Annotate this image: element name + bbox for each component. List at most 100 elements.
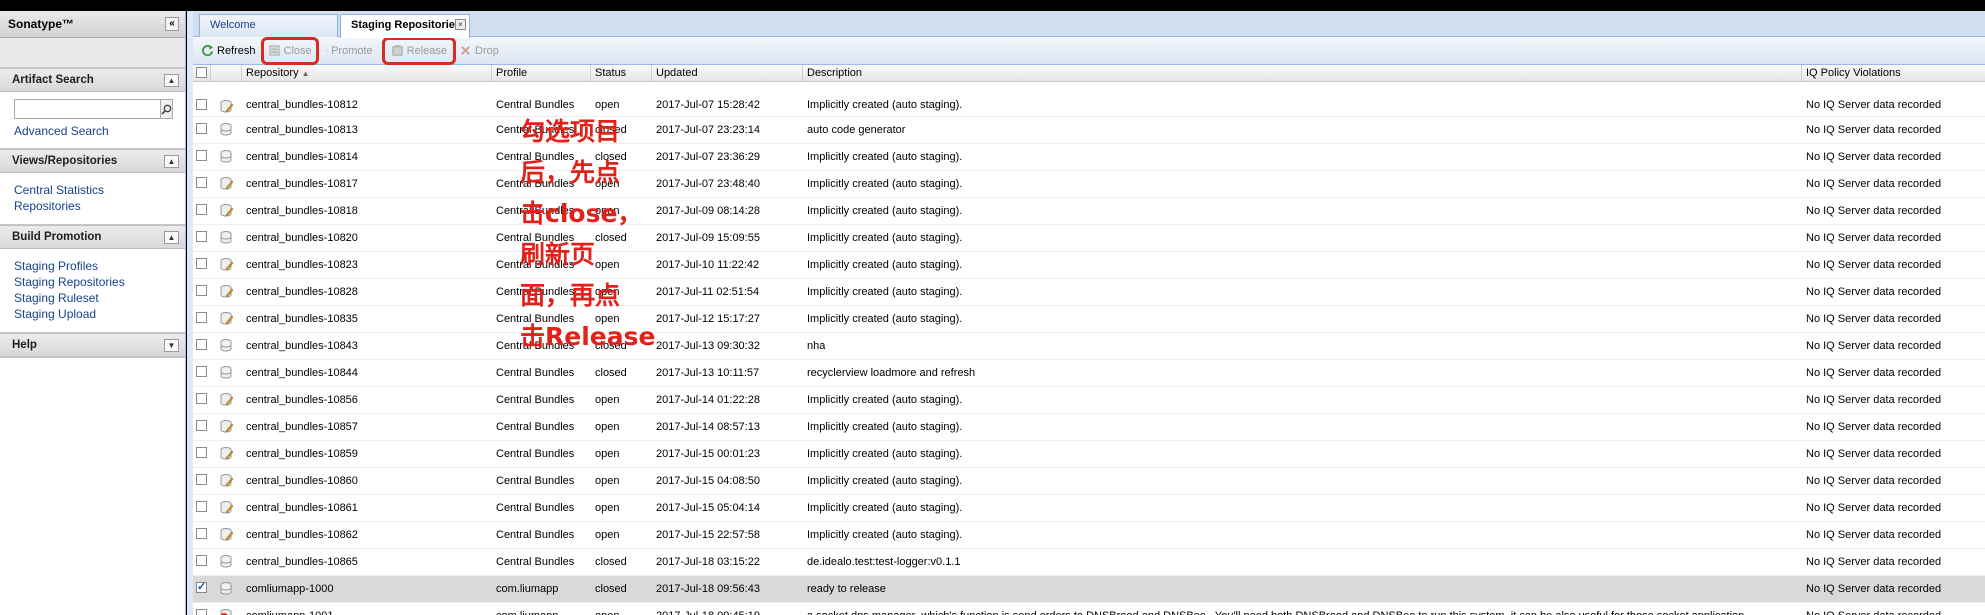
status-cell: closed [595,583,627,595]
row-checkbox[interactable] [196,393,207,404]
staging-open-icon [219,203,234,217]
table-row[interactable]: comliumapp-1001com.liumappopen2017-Jul-1… [193,603,1985,615]
table-row[interactable]: central_bundles-10813 Central Bundles clos… [193,117,1985,144]
collapse-panel-icon[interactable]: ▲ [164,73,179,87]
row-checkbox[interactable] [196,123,207,134]
views-repositories-header[interactable]: Views/Repositories ▲ [0,149,185,173]
icon-column-header [211,65,242,81]
staging-ruleset-link[interactable]: Staging Ruleset [14,290,171,306]
table-row[interactable]: central_bundles-10814 Central Bundles clos… [193,144,1985,171]
table-row[interactable]: central_bundles-10857 Central Bundles open… [193,414,1985,441]
row-checkbox[interactable] [196,609,207,615]
table-row[interactable]: central_bundles-10835 Central Bundles open… [193,306,1985,333]
repository-cell: central_bundles-10860 [246,475,358,487]
row-checkbox[interactable] [196,312,207,323]
table-row[interactable]: central_bundles-10865 Central Bundles clos… [193,549,1985,576]
repositories-link[interactable]: Repositories [14,198,171,214]
drop-button[interactable]: Drop [455,40,503,62]
repository-column-header[interactable]: Repository ▲ [242,65,492,81]
table-row[interactable]: central_bundles-10861 Central Bundles open… [193,495,1985,522]
table-row[interactable]: central_bundles-10860 Central Bundles open… [193,468,1985,495]
drop-icon [461,46,470,55]
advanced-search-link[interactable]: Advanced Search [14,123,171,139]
row-checkbox[interactable] [196,420,207,431]
row-checkbox[interactable] [196,99,207,110]
row-checkbox[interactable] [196,177,207,188]
iq-violations-cell: No IQ Server data recorded [1806,232,1942,244]
row-checkbox[interactable] [196,285,207,296]
table-row[interactable]: central_bundles-10828 Central Bundles open… [193,279,1985,306]
updated-column-header[interactable]: Updated [652,65,803,81]
build-promotion-title: Build Promotion [12,231,102,243]
refresh-button[interactable]: Refresh [197,40,260,62]
collapse-sidebar-button[interactable]: « [165,17,179,31]
select-all-checkbox[interactable] [196,67,207,78]
central-statistics-link[interactable]: Central Statistics [14,182,171,198]
release-button[interactable]: Release [381,36,457,65]
table-row[interactable]: central_bundles-10859 Central Bundles open… [193,441,1985,468]
staging-profiles-link[interactable]: Staging Profiles [14,258,171,274]
views-repositories-title: Views/Repositories [12,155,118,167]
repository-cell: central_bundles-10861 [246,502,358,514]
row-checkbox[interactable] [196,366,207,377]
close-tab-icon[interactable]: × [455,19,466,30]
repository-cell: central_bundles-10859 [246,448,358,460]
row-checkbox[interactable] [196,528,207,539]
expand-panel-icon[interactable]: ▼ [164,338,179,352]
table-row[interactable]: central_bundles-10856 Central Bundles open… [193,387,1985,414]
views-repositories-panel: Views/Repositories ▲ Central Statistics … [0,149,185,225]
staging-repositories-link[interactable]: Staging Repositories [14,274,171,290]
close-button[interactable]: Close [260,36,319,65]
tab-welcome[interactable]: Welcome [199,14,338,37]
row-select-cell [193,501,211,515]
row-select-cell [193,285,211,299]
collapse-panel-icon[interactable]: ▲ [164,230,179,244]
staging-upload-link[interactable]: Staging Upload [14,306,171,322]
artifact-search-header[interactable]: Artifact Search ▲ [0,68,185,92]
help-header[interactable]: Help ▼ [0,333,185,357]
row-checkbox[interactable] [196,582,207,593]
row-checkbox[interactable] [196,204,207,215]
profile-column-header[interactable]: Profile [492,65,591,81]
build-promotion-header[interactable]: Build Promotion ▲ [0,225,185,249]
row-checkbox[interactable] [196,339,207,350]
row-select-cell [193,555,211,569]
table-row[interactable]: central_bundles-10818 Central Bundles open… [193,198,1985,225]
tab-staging-repositories[interactable]: Staging Repositories × [340,14,470,38]
row-checkbox[interactable] [196,474,207,485]
table-row[interactable]: central_bundles-10812 Central Bundles open… [193,99,1985,117]
promote-label: Promote [331,44,373,57]
promote-button[interactable]: Promote [322,40,377,62]
sort-asc-icon: ▲ [301,69,310,78]
staging-closed-icon [219,149,233,163]
updated-cell: 2017-Jul-18 09:56:43 [656,583,760,595]
table-row[interactable]: central_bundles-10817 Central Bundles open… [193,171,1985,198]
artifact-search-input[interactable] [14,99,161,119]
refresh-icon [202,44,214,57]
table-row[interactable]: central_bundles-10844 Central Bundles clos… [193,360,1985,387]
table-row[interactable]: central_bundles-10820 Central Bundles clos… [193,225,1985,252]
row-checkbox[interactable] [196,501,207,512]
collapse-panel-icon[interactable]: ▲ [164,154,179,168]
iq-column-header[interactable]: IQ Policy Violations [1802,65,1985,81]
table-row[interactable]: central_bundles-10823 Central Bundles open… [193,252,1985,279]
status-column-header[interactable]: Status [591,65,652,81]
row-icon-cell [211,527,242,544]
row-checkbox[interactable] [196,555,207,566]
repository-cell: central_bundles-10814 [246,151,358,163]
search-icon[interactable] [161,99,173,119]
row-checkbox[interactable] [196,447,207,458]
help-panel: Help ▼ [0,333,185,358]
description-column-header[interactable]: Description [803,65,1802,81]
table-row[interactable]: comliumapp-1000 com.liumapp closed 2017-Jul… [193,576,1985,603]
row-checkbox[interactable] [196,231,207,242]
updated-cell: 2017-Jul-09 08:14:28 [656,205,760,217]
staging-error-icon [219,608,233,615]
table-row[interactable]: central_bundles-10862 Central Bundles open… [193,522,1985,549]
row-checkbox[interactable] [196,258,207,269]
row-checkbox[interactable] [196,150,207,161]
profile-cell: Central Bundles [496,556,575,568]
row-icon-cell [211,284,242,301]
profile-cell: Central Bundles [496,421,575,433]
table-row[interactable]: central_bundles-10843 Central Bundles clos… [193,333,1985,360]
